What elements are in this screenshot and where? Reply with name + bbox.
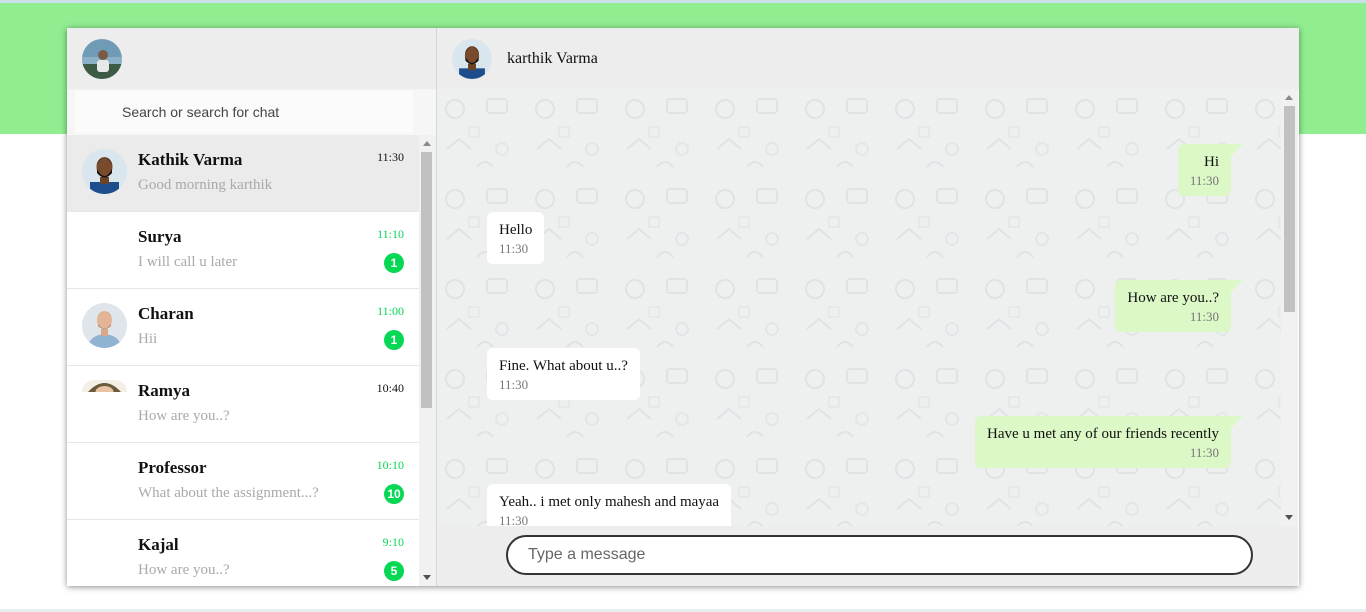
- scrollbar-thumb[interactable]: [1284, 106, 1295, 312]
- message-area-scrollbar[interactable]: [1281, 89, 1298, 526]
- scroll-down-arrow-icon[interactable]: [423, 575, 431, 580]
- contact-name: karthik Varma: [507, 49, 598, 67]
- message-area: Hi 11:30 Hello 11:30 How are you..? 11:3…: [437, 89, 1281, 526]
- chat-time: 9:10: [382, 535, 404, 549]
- message-bubble-outgoing: Hi 11:30: [1177, 144, 1244, 196]
- conversation-panel: karthik Varma Hi 11:30 Hello 11:30 How a…: [437, 28, 1299, 586]
- unread-badge: 10: [384, 484, 404, 504]
- message-time: 11:30: [1189, 309, 1219, 324]
- chat-preview: What about the assignment...?: [138, 485, 319, 501]
- chat-preview: Good morning karthik: [138, 177, 273, 193]
- message-composer: [437, 526, 1298, 586]
- chat-preview: Hii: [138, 331, 158, 347]
- chat-time: 11:30: [377, 150, 404, 164]
- chat-item-surya[interactable]: Surya I will call u later 11:10 1: [67, 212, 419, 289]
- scrollbar-thumb[interactable]: [421, 152, 432, 408]
- message-time: 11:30: [499, 241, 529, 256]
- message-text: How are you..?: [1127, 290, 1219, 306]
- contact-avatar: [82, 149, 127, 194]
- contact-avatar-empty: [82, 534, 127, 579]
- search-input[interactable]: [75, 91, 413, 133]
- chat-list: Kathik Varma Good morning karthik 11:30 …: [67, 135, 419, 586]
- scroll-down-arrow-icon[interactable]: [1285, 515, 1293, 520]
- message-text: Have u met any of our friends recently: [987, 426, 1219, 442]
- chat-app-window: Kathik Varma Good morning karthik 11:30 …: [67, 28, 1299, 586]
- message-bubble-incoming: Yeah.. i met only mahesh and mayaa 11:30: [487, 484, 732, 526]
- message-bubble-outgoing: How are you..? 11:30: [1115, 280, 1243, 332]
- scroll-up-arrow-icon[interactable]: [423, 141, 431, 146]
- sidebar: Kathik Varma Good morning karthik 11:30 …: [67, 28, 437, 586]
- message-text: Yeah.. i met only mahesh and mayaa: [499, 494, 720, 510]
- message-bubble-outgoing: Have u met any of our friends recently 1…: [975, 416, 1243, 468]
- chat-item-charan[interactable]: Charan Hii 11:00 1: [67, 289, 419, 366]
- chat-preview: How are you..?: [138, 562, 230, 578]
- chat-item-kathik-varma[interactable]: Kathik Varma Good morning karthik 11:30: [67, 135, 419, 212]
- message-time: 11:30: [499, 513, 529, 526]
- message-text: Hi: [1204, 154, 1219, 170]
- sidebar-header: [67, 28, 436, 89]
- contact-avatar-empty: [82, 226, 127, 271]
- conversation-header: karthik Varma: [437, 28, 1299, 89]
- chat-item-ramya[interactable]: Ramya How are you..? 10:40: [67, 366, 419, 443]
- scroll-up-arrow-icon[interactable]: [1285, 95, 1293, 100]
- chat-time: 10:40: [376, 381, 404, 395]
- chat-name: Kajal: [138, 535, 179, 554]
- contact-avatar[interactable]: [452, 38, 492, 79]
- chat-list-scrollbar[interactable]: [419, 135, 436, 586]
- message-bubble-incoming: Fine. What about u..? 11:30: [487, 348, 640, 400]
- chat-item-professor[interactable]: Professor What about the assignment...? …: [67, 443, 419, 520]
- chat-preview: I will call u later: [138, 254, 238, 270]
- message-bubble-incoming: Hello 11:30: [487, 212, 545, 264]
- chat-preview: How are you..?: [138, 408, 230, 424]
- message-input[interactable]: [506, 535, 1253, 575]
- unread-badge: 1: [384, 330, 404, 350]
- chat-time: 11:00: [377, 304, 404, 318]
- message-time: 11:30: [1189, 445, 1219, 460]
- message-time: 11:30: [499, 377, 529, 392]
- chat-time: 10:10: [376, 458, 404, 472]
- contact-avatar: [82, 380, 127, 392]
- search-bar: [67, 89, 436, 135]
- unread-badge: 5: [384, 561, 404, 581]
- contact-avatar: [82, 303, 127, 348]
- chat-time: 11:10: [377, 227, 404, 241]
- user-avatar[interactable]: [82, 38, 122, 79]
- message-text: Fine. What about u..?: [499, 358, 628, 374]
- message-time: 11:30: [1189, 173, 1219, 188]
- chat-item-kajal[interactable]: Kajal How are you..? 9:10 5: [67, 520, 419, 586]
- message-text: Hello: [499, 222, 533, 238]
- unread-badge: 1: [384, 253, 404, 273]
- contact-avatar-empty: [82, 457, 127, 502]
